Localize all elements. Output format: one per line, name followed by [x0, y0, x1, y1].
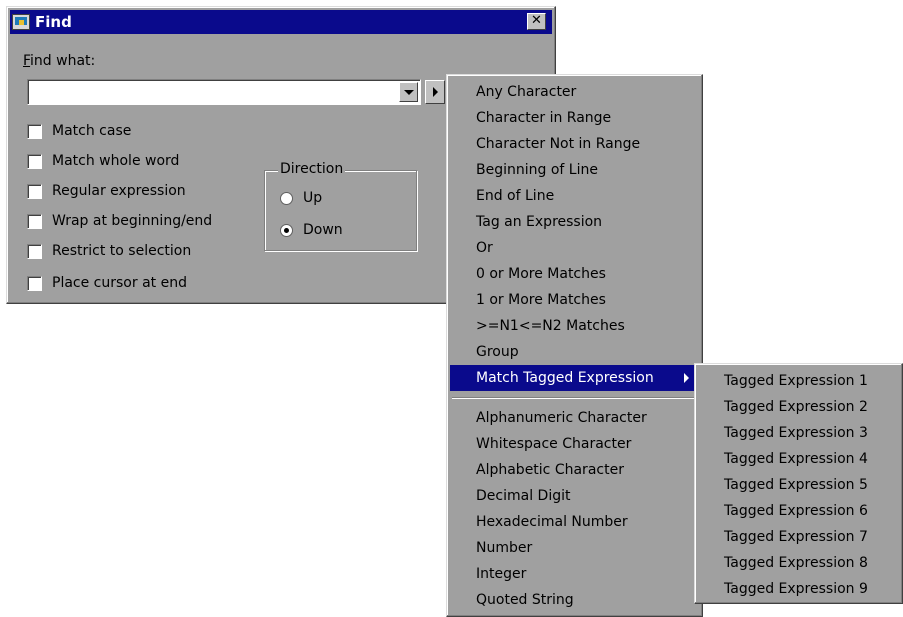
menu-item-tagged-expression-7[interactable]: Tagged Expression 7 [698, 524, 899, 550]
menu-item-hexadecimal-number[interactable]: Hexadecimal Number [450, 509, 699, 535]
tagged-expression-submenu: Tagged Expression 1 Tagged Expression 2 … [694, 363, 903, 604]
restrict-to-selection-label: Restrict to selection [52, 243, 192, 259]
place-cursor-at-end-label: Place cursor at end [52, 275, 187, 291]
regular-expression-option[interactable]: Regular expression [27, 183, 186, 199]
menu-item-character-not-in-range[interactable]: Character Not in Range [450, 131, 699, 157]
menu-item-n1-n2-matches[interactable]: >=N1<=N2 Matches [450, 313, 699, 339]
window-title: Find [35, 13, 72, 31]
direction-down-radio[interactable] [280, 223, 293, 237]
menu-item-match-tagged-expression-label: Match Tagged Expression [476, 370, 654, 386]
match-whole-word-option[interactable]: Match whole word [27, 153, 179, 169]
regular-expression-label: Regular expression [52, 183, 186, 199]
regex-menu: Any Character Character in Range Charact… [446, 74, 703, 617]
menu-item-whitespace-character[interactable]: Whitespace Character [450, 431, 699, 457]
match-case-label: Match case [52, 123, 132, 139]
menu-item-tagged-expression-4[interactable]: Tagged Expression 4 [698, 446, 899, 472]
place-cursor-at-end-option[interactable]: Place cursor at end [27, 275, 187, 291]
close-button[interactable]: ✕ [527, 13, 546, 30]
wrap-label: Wrap at beginning/end [52, 213, 213, 229]
menu-item-integer[interactable]: Integer [450, 561, 699, 587]
find-window-icon [12, 14, 30, 30]
wrap-option[interactable]: Wrap at beginning/end [27, 213, 212, 229]
direction-up-option[interactable]: Up [280, 190, 322, 206]
menu-item-tagged-expression-2[interactable]: Tagged Expression 2 [698, 394, 899, 420]
menu-item-quoted-string[interactable]: Quoted String [450, 587, 699, 613]
menu-item-group[interactable]: Group [450, 339, 699, 365]
menu-item-tag-an-expression[interactable]: Tag an Expression [450, 209, 699, 235]
menu-item-tagged-expression-3[interactable]: Tagged Expression 3 [698, 420, 899, 446]
menu-item-tagged-expression-9[interactable]: Tagged Expression 9 [698, 576, 899, 602]
restrict-to-selection-checkbox[interactable] [27, 243, 42, 259]
menu-item-any-character[interactable]: Any Character [450, 79, 699, 105]
title-bar[interactable]: Find ✕ [10, 10, 552, 34]
menu-item-match-tagged-expression[interactable]: Match Tagged Expression [450, 365, 699, 391]
place-cursor-at-end-checkbox[interactable] [27, 275, 42, 291]
dropdown-arrow-icon[interactable] [399, 82, 418, 102]
match-case-option[interactable]: Match case [27, 123, 131, 139]
match-whole-word-label: Match whole word [52, 153, 180, 169]
menu-item-or[interactable]: Or [450, 235, 699, 261]
menu-separator [452, 397, 697, 399]
direction-group: Direction Up Down [264, 161, 417, 251]
menu-item-alphabetic-character[interactable]: Alphabetic Character [450, 457, 699, 483]
regex-menu-button[interactable] [425, 80, 445, 104]
menu-item-tagged-expression-5[interactable]: Tagged Expression 5 [698, 472, 899, 498]
menu-item-decimal-digit[interactable]: Decimal Digit [450, 483, 699, 509]
menu-item-one-or-more-matches[interactable]: 1 or More Matches [450, 287, 699, 313]
match-case-checkbox[interactable] [27, 123, 42, 139]
menu-item-character-in-range[interactable]: Character in Range [450, 105, 699, 131]
menu-item-number[interactable]: Number [450, 535, 699, 561]
submenu-arrow-icon [684, 373, 689, 383]
regular-expression-checkbox[interactable] [27, 183, 42, 199]
menu-item-end-of-line[interactable]: End of Line [450, 183, 699, 209]
direction-down-option[interactable]: Down [280, 222, 343, 238]
direction-up-radio[interactable] [280, 191, 293, 205]
find-what-label: Find what: [23, 53, 96, 69]
menu-item-tagged-expression-1[interactable]: Tagged Expression 1 [698, 368, 899, 394]
find-what-input[interactable] [30, 82, 394, 102]
menu-item-tagged-expression-6[interactable]: Tagged Expression 6 [698, 498, 899, 524]
menu-item-alphanumeric-character[interactable]: Alphanumeric Character [450, 405, 699, 431]
direction-up-label: Up [303, 190, 323, 206]
find-what-combobox[interactable] [27, 79, 421, 105]
restrict-to-selection-option[interactable]: Restrict to selection [27, 243, 191, 259]
menu-item-tagged-expression-8[interactable]: Tagged Expression 8 [698, 550, 899, 576]
direction-down-label: Down [303, 222, 343, 238]
match-whole-word-checkbox[interactable] [27, 153, 42, 169]
direction-label: Direction [278, 161, 346, 177]
menu-item-zero-or-more-matches[interactable]: 0 or More Matches [450, 261, 699, 287]
menu-item-beginning-of-line[interactable]: Beginning of Line [450, 157, 699, 183]
wrap-checkbox[interactable] [27, 213, 42, 229]
